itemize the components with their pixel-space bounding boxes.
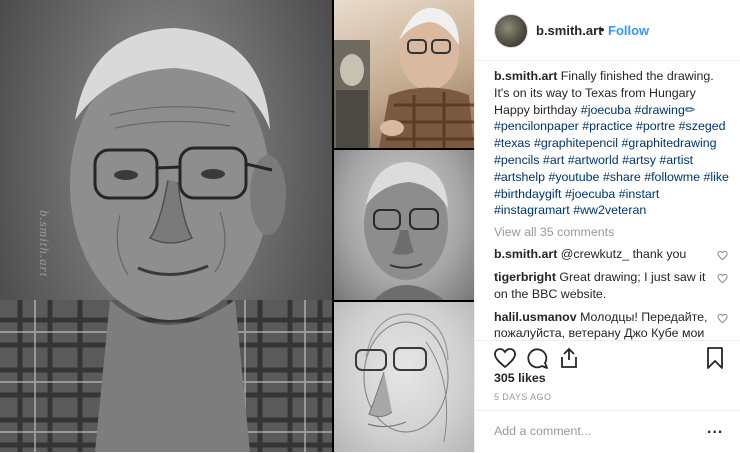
hashtag-link[interactable]: #birthdaygift (494, 187, 562, 201)
comment-item: halil.usmanov Молодцы! Передайте, пожалу… (494, 309, 730, 340)
hashtag-link[interactable]: #artsy (622, 153, 656, 167)
hashtag-link[interactable]: #artshelp (494, 170, 545, 184)
post-sidebar: b.smith.art • Follow b.smith.art Finally… (474, 0, 740, 452)
thumb-reference-photo[interactable] (334, 0, 474, 148)
hashtag-link[interactable]: #ww2veteran (573, 203, 646, 217)
post-caption: b.smith.art Finally finished the drawing… (494, 68, 730, 219)
hashtag-link[interactable]: #instart (619, 187, 660, 201)
reference-photo-image (334, 7, 474, 148)
instagram-post: b.smith.art b.smith.art • Follow b.smith… (0, 0, 740, 452)
caption-username[interactable]: b.smith.art (494, 69, 557, 83)
comment-username[interactable]: halil.usmanov (494, 310, 577, 324)
header-username[interactable]: b.smith.art (536, 23, 602, 38)
hashtag-link[interactable]: #graphitedrawing (621, 136, 716, 150)
comments-section[interactable]: b.smith.art Finally finished the drawing… (494, 68, 730, 340)
hashtag-link[interactable]: #artworld (568, 153, 619, 167)
comment-username[interactable]: tigerbright (494, 270, 556, 284)
small-heart-icon[interactable] (717, 273, 728, 284)
view-all-comments-link[interactable]: View all 35 comments (494, 224, 730, 240)
comment-icon[interactable] (525, 346, 549, 370)
comment-item: tigerbright Great drawing; I just saw it… (494, 269, 730, 303)
hashtag-link[interactable]: #pencils (494, 153, 539, 167)
hashtag-link[interactable]: #graphitepencil (534, 136, 618, 150)
hashtag-link[interactable]: #followme (644, 170, 700, 184)
comment-username[interactable]: b.smith.art (494, 247, 557, 261)
hashtag-link[interactable]: #share (603, 170, 641, 184)
hashtag-link[interactable]: #like (703, 170, 728, 184)
avatar[interactable] (494, 14, 528, 48)
watermark-text: b.smith.art (37, 210, 52, 278)
action-bar (475, 340, 740, 375)
thumb-drawing-sketch[interactable] (334, 302, 474, 452)
hashtag-link[interactable]: #youtube (548, 170, 599, 184)
caption-hashtags: #joecuba #drawing✏ #pencilonpaper #pract… (494, 103, 729, 218)
hashtag-link[interactable]: #portre (636, 119, 675, 133)
header-separator: • (600, 22, 605, 37)
follow-button[interactable]: Follow (608, 23, 649, 38)
hashtag-link[interactable]: #artist (659, 153, 693, 167)
add-comment-bar: ... (475, 410, 740, 453)
hashtag-link[interactable]: #pencilonpaper (494, 119, 579, 133)
more-options-icon[interactable]: ... (707, 420, 723, 438)
share-icon[interactable] (557, 346, 581, 370)
post-header: b.smith.art • Follow (475, 0, 740, 61)
hashtag-link[interactable]: #texas (494, 136, 531, 150)
add-comment-input[interactable] (494, 422, 694, 440)
hashtag-link[interactable]: #instagramart (494, 203, 570, 217)
post-timestamp: 5 DAYS AGO (494, 392, 552, 402)
small-heart-icon[interactable] (717, 313, 728, 324)
thumb-drawing-progress[interactable] (334, 150, 474, 300)
hashtag-link[interactable]: #joecuba (565, 187, 615, 201)
progress-drawing-image (364, 162, 448, 300)
comment-item: b.smith.art @crewkutz_ thank you (494, 246, 730, 263)
hashtag-link[interactable]: #art (543, 153, 564, 167)
likes-count[interactable]: 305 likes (494, 371, 546, 385)
hashtag-link[interactable]: #drawing✏ (635, 103, 696, 117)
sketch-drawing-image (355, 313, 449, 443)
hashtag-link[interactable]: #szeged (679, 119, 726, 133)
photo-collage[interactable]: b.smith.art (0, 0, 474, 452)
comment-list: b.smith.art @crewkutz_ thank you tigerbri… (494, 246, 730, 340)
small-heart-icon[interactable] (717, 250, 728, 261)
heart-icon[interactable] (493, 346, 517, 370)
comment-text: @crewkutz_ thank you (560, 247, 687, 262)
hashtag-link[interactable]: #practice (582, 119, 632, 133)
bookmark-icon[interactable] (703, 346, 727, 370)
hashtag-link[interactable]: #joecuba (581, 103, 631, 117)
